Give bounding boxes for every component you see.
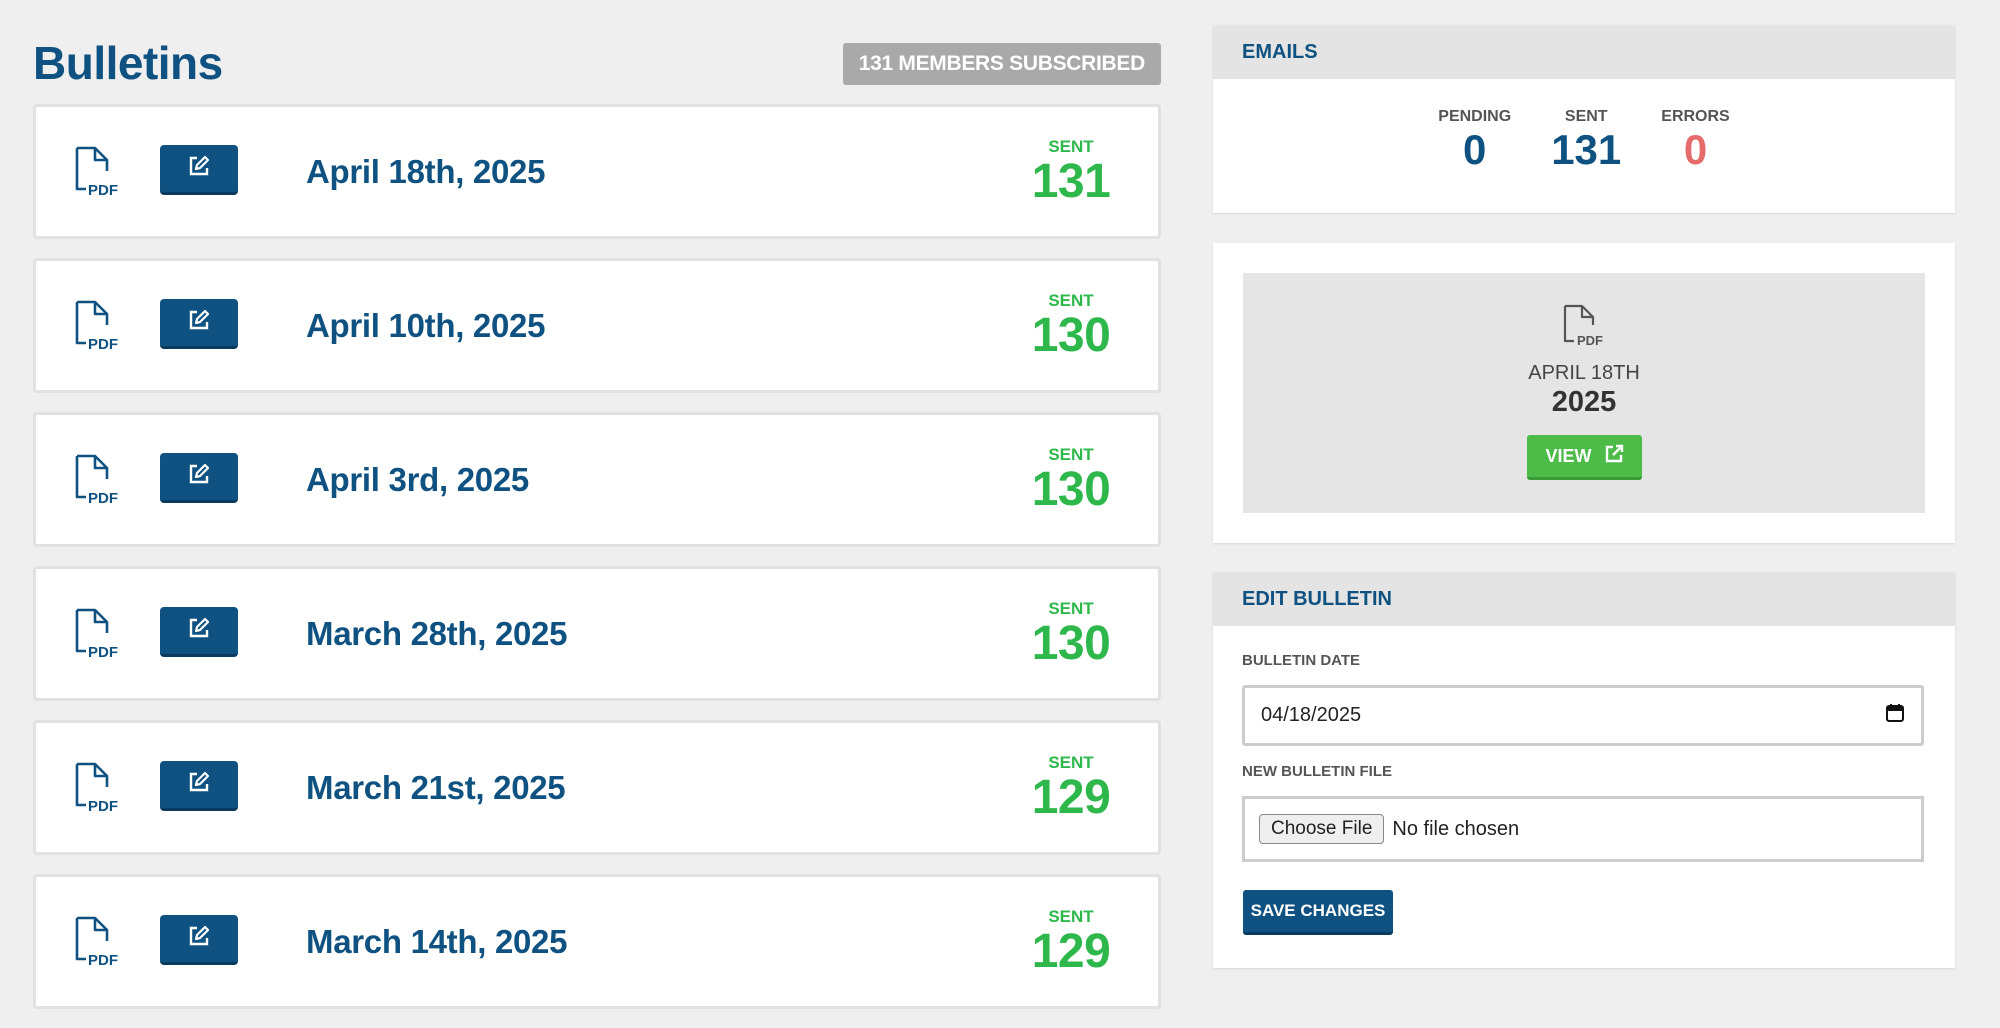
pdf-icon[interactable]: PDF xyxy=(73,607,123,661)
page-title: Bulletins xyxy=(33,37,223,89)
bulletin-card: PDF April 3rd, 2025 SENT 130 xyxy=(33,412,1161,547)
stat-value: 0 xyxy=(1463,126,1487,173)
save-changes-button[interactable]: SAVE CHANGES xyxy=(1243,890,1393,935)
stat-sent: SENT 131 xyxy=(1551,107,1621,173)
sent-label: SENT xyxy=(1048,291,1094,310)
edit-bulletin-button[interactable] xyxy=(160,915,238,965)
bulletin-date-input[interactable]: 04/18/2025 xyxy=(1242,685,1924,746)
calendar-icon[interactable] xyxy=(1885,703,1905,729)
sent-label: SENT xyxy=(1048,137,1094,156)
edit-icon xyxy=(187,770,211,799)
external-link-icon xyxy=(1604,444,1624,469)
stat-value: 131 xyxy=(1551,126,1622,173)
stat-value: 0 xyxy=(1683,126,1708,173)
sent-count: 129 xyxy=(1031,771,1111,824)
pdf-icon[interactable]: PDF xyxy=(73,145,123,199)
svg-text:PDF: PDF xyxy=(88,952,118,969)
pdf-icon[interactable]: PDF xyxy=(73,453,123,507)
sent-count: 130 xyxy=(1031,309,1111,362)
edit-icon xyxy=(187,616,211,645)
pdf-icon[interactable]: PDF xyxy=(73,299,123,353)
bulletin-card: PDF April 18th, 2025 SENT 131 xyxy=(33,104,1161,239)
bulletin-date: March 28th, 2025 xyxy=(306,615,568,652)
edit-icon xyxy=(187,924,211,953)
bulletin-date: March 14th, 2025 xyxy=(306,923,568,960)
sent-block: SENT 129 xyxy=(1016,753,1126,823)
pdf-icon: PDF xyxy=(1561,303,1607,354)
sent-label: SENT xyxy=(1048,907,1094,926)
sent-block: SENT 130 xyxy=(1016,445,1126,515)
sent-count: 130 xyxy=(1031,463,1111,516)
bulletin-card: PDF April 10th, 2025 SENT 130 xyxy=(33,258,1161,393)
edit-bulletin-button[interactable] xyxy=(160,299,238,349)
stat-label: ERRORS xyxy=(1661,108,1730,125)
sent-block: SENT 131 xyxy=(1016,137,1126,207)
svg-text:PDF: PDF xyxy=(88,644,118,661)
sent-block: SENT 129 xyxy=(1016,907,1126,977)
edit-header: EDIT BULLETIN xyxy=(1213,572,1955,626)
preview-month: APRIL 18TH xyxy=(1528,362,1640,384)
sent-count: 130 xyxy=(1031,617,1111,670)
sent-block: SENT 130 xyxy=(1016,599,1126,669)
bulletin-preview: PDF APRIL 18TH 2025 VIEW xyxy=(1243,273,1925,513)
sent-label: SENT xyxy=(1048,599,1094,618)
edit-icon xyxy=(187,154,211,183)
svg-text:PDF: PDF xyxy=(88,336,118,353)
edit-bulletin-button[interactable] xyxy=(160,145,238,195)
view-button[interactable]: VIEW xyxy=(1527,435,1642,480)
bulletin-file-input[interactable]: Choose File No file chosen xyxy=(1242,796,1924,862)
bulletin-date: April 18th, 2025 xyxy=(306,153,546,190)
preview-year: 2025 xyxy=(1551,386,1617,418)
edit-icon xyxy=(187,308,211,337)
bulletin-date: April 10th, 2025 xyxy=(306,307,546,344)
pdf-icon[interactable]: PDF xyxy=(73,915,123,969)
new-file-label: NEW BULLETIN FILE xyxy=(1242,763,1392,780)
preview-panel: PDF APRIL 18TH 2025 VIEW xyxy=(1213,243,1955,543)
bulletin-date: March 21st, 2025 xyxy=(306,769,566,806)
bulletin-card: PDF March 21st, 2025 SENT 129 xyxy=(33,720,1161,855)
edit-bulletin-button[interactable] xyxy=(160,761,238,811)
view-label: VIEW xyxy=(1545,445,1592,466)
bulletin-card: PDF March 28th, 2025 SENT 130 xyxy=(33,566,1161,701)
bulletin-card: PDF March 14th, 2025 SENT 129 xyxy=(33,874,1161,1009)
edit-bulletin-panel: EDIT BULLETIN BULLETIN DATE 04/18/2025 N… xyxy=(1213,572,1955,968)
svg-text:PDF: PDF xyxy=(88,490,118,507)
edit-bulletin-button[interactable] xyxy=(160,607,238,657)
file-status: No file chosen xyxy=(1392,817,1520,840)
emails-header: EMAILS xyxy=(1213,25,1955,79)
emails-panel: EMAILS PENDING 0 SENT 131 ERRORS 0 xyxy=(1213,25,1955,213)
stat-pending: PENDING 0 xyxy=(1438,107,1511,173)
sent-count: 129 xyxy=(1031,925,1111,978)
stat-label: PENDING xyxy=(1438,108,1512,125)
bulletin-list: PDF April 18th, 2025 SENT 131 PDF April … xyxy=(33,104,1161,1028)
sent-count: 131 xyxy=(1031,155,1111,208)
stat-errors: ERRORS 0 xyxy=(1661,107,1729,173)
svg-text:PDF: PDF xyxy=(88,182,118,199)
choose-file-button[interactable]: Choose File xyxy=(1259,814,1385,844)
sent-label: SENT xyxy=(1048,753,1094,772)
svg-text:PDF: PDF xyxy=(1577,333,1603,348)
email-stats: PENDING 0 SENT 131 ERRORS 0 xyxy=(1213,107,1955,173)
bulletin-date-label: BULLETIN DATE xyxy=(1242,652,1361,669)
edit-bulletin-button[interactable] xyxy=(160,453,238,503)
subscribed-badge: 131 MEMBERS SUBSCRIBED xyxy=(842,43,1161,85)
stat-label: SENT xyxy=(1564,108,1608,125)
pdf-icon[interactable]: PDF xyxy=(73,761,123,815)
edit-icon xyxy=(187,462,211,491)
sent-block: SENT 130 xyxy=(1016,291,1126,361)
svg-text:PDF: PDF xyxy=(88,798,118,815)
bulletin-date: April 3rd, 2025 xyxy=(306,461,529,498)
date-value: 04/18/2025 xyxy=(1261,704,1362,726)
sent-label: SENT xyxy=(1048,445,1094,464)
